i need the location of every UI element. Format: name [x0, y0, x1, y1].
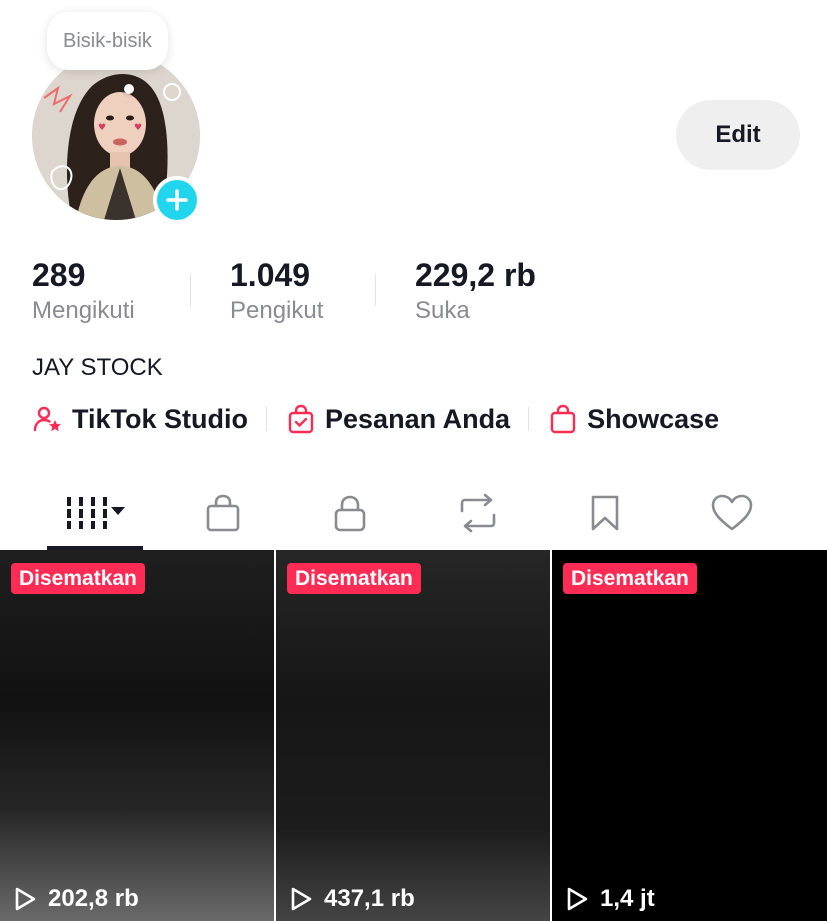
stat-followers-label: Pengikut — [230, 297, 324, 324]
svg-text:♥: ♥ — [134, 123, 142, 133]
link-tiktok-studio[interactable]: TikTok Studio — [32, 403, 248, 435]
profile-links: TikTok Studio Pesanan Anda Showcase — [32, 400, 719, 438]
stat-divider — [375, 274, 376, 306]
view-count: 202,8 rb — [12, 885, 139, 913]
play-icon — [288, 885, 316, 913]
view-count: 1,4 jt — [564, 885, 655, 913]
edit-profile-button[interactable]: Edit — [676, 100, 800, 170]
view-count-text: 1,4 jt — [600, 885, 655, 912]
user-star-icon — [32, 403, 64, 435]
lock-icon — [334, 495, 366, 532]
tab-private[interactable] — [302, 480, 398, 546]
plus-icon — [166, 189, 188, 211]
link-orders-label: Pesanan Anda — [325, 403, 511, 434]
shopping-bag-icon — [547, 403, 579, 435]
heart-icon — [711, 494, 753, 531]
link-tiktok-studio-label: TikTok Studio — [72, 403, 249, 434]
repost-icon — [460, 493, 496, 533]
stat-likes-value: 229,2 rb — [415, 257, 536, 293]
link-divider — [528, 407, 530, 431]
pinned-badge: Disematkan — [287, 563, 421, 594]
stat-followers-value: 1.049 — [230, 257, 311, 293]
link-orders[interactable]: Pesanan Anda — [285, 403, 510, 435]
view-count-text: 437,1 rb — [324, 885, 415, 912]
stat-following-value: 289 — [32, 257, 86, 293]
tab-liked[interactable] — [684, 480, 780, 546]
stat-following-label: Mengikuti — [32, 297, 135, 324]
grid-videos-icon — [67, 497, 125, 529]
stat-likes-label: Suka — [415, 297, 470, 324]
tab-favorites[interactable] — [557, 480, 653, 546]
pinned-badge: Disematkan — [11, 563, 145, 594]
svg-text:♥: ♥ — [98, 123, 106, 133]
stat-following[interactable]: 289 Mengikuti — [32, 256, 135, 326]
view-count: 437,1 rb — [288, 885, 415, 913]
video-tile[interactable]: Disematkan 202,8 rb — [0, 550, 274, 921]
video-tile[interactable]: Disematkan 1,4 jt — [552, 550, 827, 921]
tab-reposts[interactable] — [430, 480, 526, 546]
link-showcase-label: Showcase — [587, 403, 720, 434]
link-divider — [266, 407, 268, 431]
stat-likes[interactable]: 229,2 rb Suka — [415, 256, 536, 326]
link-showcase[interactable]: Showcase — [547, 403, 719, 435]
note-bubble[interactable]: Bisik-bisik — [47, 12, 168, 70]
shop-bag-icon — [206, 494, 240, 532]
stat-divider — [190, 274, 191, 306]
video-grid: Disematkan 202,8 rb Disematkan 437,1 rb … — [0, 550, 827, 921]
bookmark-icon — [591, 495, 619, 531]
note-bubble-tail — [124, 84, 134, 94]
tab-shop[interactable] — [175, 480, 271, 546]
note-bubble-text: Bisik-bisik — [63, 29, 152, 52]
play-icon — [564, 885, 592, 913]
display-name: JAY STOCK — [32, 354, 163, 381]
add-story-button[interactable] — [153, 176, 201, 224]
play-icon — [12, 885, 40, 913]
pinned-badge: Disematkan — [563, 563, 697, 594]
stat-followers[interactable]: 1.049 Pengikut — [230, 256, 323, 326]
profile-page: ♥ ♥ Bisik-bisik Edit 289 Mengikuti 1.049… — [0, 0, 827, 921]
video-tile[interactable]: Disematkan 437,1 rb — [276, 550, 550, 921]
view-count-text: 202,8 rb — [48, 885, 139, 912]
tab-videos[interactable] — [47, 480, 143, 546]
order-bag-icon — [285, 403, 317, 435]
profile-tabs — [0, 480, 827, 550]
